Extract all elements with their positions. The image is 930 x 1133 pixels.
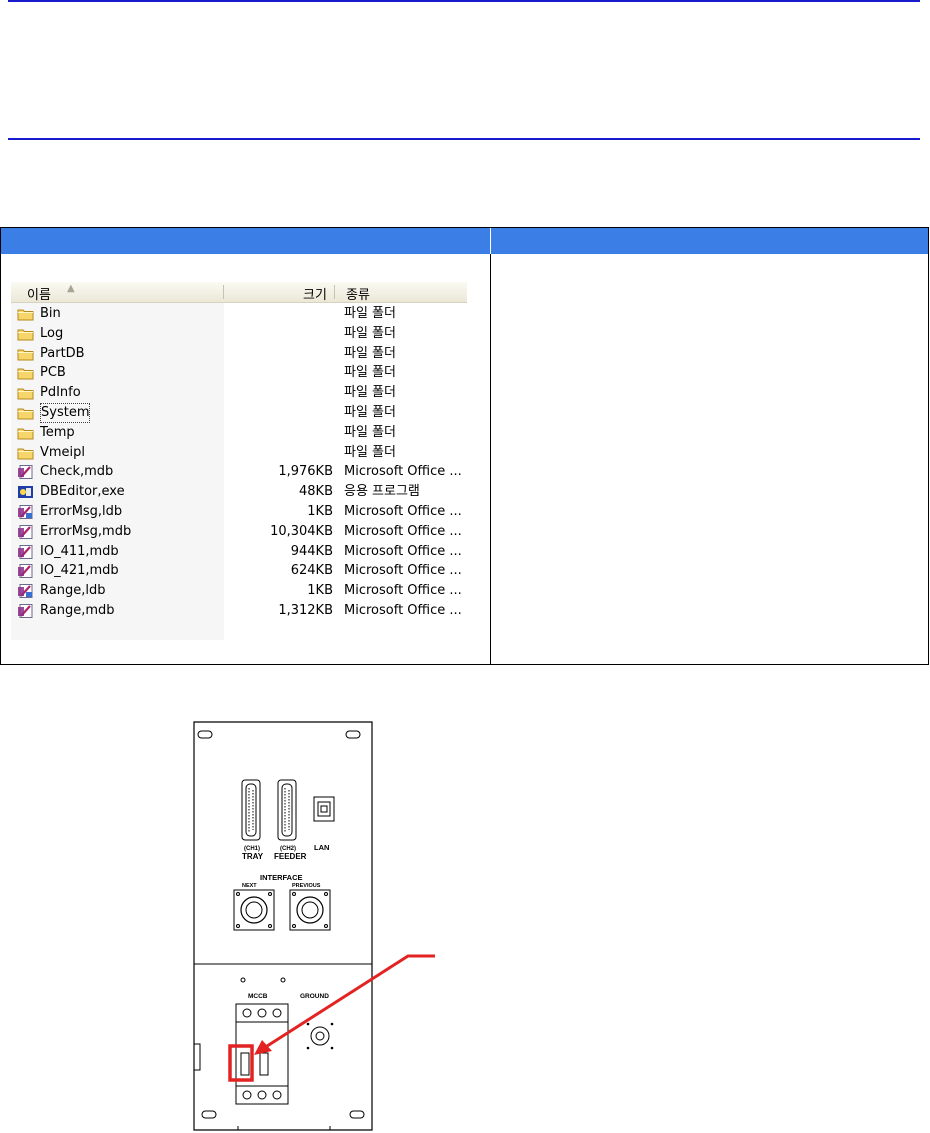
table-header bbox=[1, 228, 928, 254]
file-row[interactable]: Range,mdb 1,312KB Microsoft Office ... bbox=[11, 601, 467, 621]
table-column-divider bbox=[490, 254, 491, 664]
column-separator[interactable] bbox=[223, 285, 224, 299]
file-row[interactable]: Temp 파일 폴더 bbox=[11, 423, 467, 443]
file-row[interactable]: PartDB 파일 폴더 bbox=[11, 344, 467, 364]
file-type: Microsoft Office ... bbox=[344, 464, 462, 480]
file-type: 파일 폴더 bbox=[344, 325, 396, 341]
file-type: Microsoft Office ... bbox=[344, 563, 462, 579]
file-name: ErrorMsg,mdb bbox=[40, 523, 132, 539]
file-size: 624KB bbox=[290, 563, 333, 579]
section-rule bbox=[8, 138, 920, 140]
sort-ascending-icon: ▲ bbox=[67, 283, 75, 294]
file-type: Microsoft Office ... bbox=[344, 602, 462, 618]
file-type: 응용 프로그램 bbox=[344, 484, 420, 500]
file-row[interactable]: PCB 파일 폴더 bbox=[11, 363, 467, 383]
file-size: 1,312KB bbox=[278, 602, 333, 618]
top-rule bbox=[8, 0, 920, 2]
file-row[interactable]: ErrorMsg,mdb 10,304KB Microsoft Office ... bbox=[11, 522, 467, 542]
next-button-icon bbox=[233, 889, 275, 931]
file-name: Vmeipl bbox=[40, 444, 86, 460]
file-type: Microsoft Office ... bbox=[344, 583, 462, 599]
file-type: 파일 폴더 bbox=[344, 365, 396, 381]
file-name: Bin bbox=[40, 306, 61, 321]
file-type: Microsoft Office ... bbox=[344, 503, 462, 519]
previous-label: PREVIOUS bbox=[292, 883, 321, 889]
table-header-divider bbox=[490, 228, 491, 254]
file-type: 파일 폴더 bbox=[344, 306, 396, 321]
ch1-tray-connector-icon bbox=[241, 779, 261, 841]
file-name: ErrorMsg,ldb bbox=[40, 503, 123, 519]
ch2-feeder-connector-icon bbox=[277, 779, 297, 841]
file-row[interactable]: PdInfo 파일 폴더 bbox=[11, 383, 467, 403]
file-type: 파일 폴더 bbox=[344, 345, 396, 361]
mccb-breaker-icon bbox=[235, 1003, 289, 1105]
explorer-column-header: 이름 ▲ 크기 종류 bbox=[11, 282, 467, 303]
file-type: 파일 폴더 bbox=[344, 444, 396, 460]
column-separator[interactable] bbox=[334, 285, 335, 299]
file-size: 1,976KB bbox=[278, 464, 333, 480]
file-row[interactable]: IO_411,mdb 944KB Microsoft Office ... bbox=[11, 542, 467, 562]
lan-label: LAN bbox=[314, 843, 329, 852]
file-size: 1KB bbox=[307, 583, 333, 599]
file-row[interactable]: DBEditor,exe 48KB 응용 프로그램 bbox=[11, 482, 467, 502]
file-name: IO_411,mdb bbox=[40, 543, 119, 559]
controller-rear-panel: (CH1) TRAY (CH2) FEEDER LAN INTERFACE NE… bbox=[193, 721, 435, 1131]
ch1-label: TRAY bbox=[242, 852, 264, 861]
file-name: Log bbox=[40, 325, 64, 341]
file-name: PartDB bbox=[40, 345, 85, 361]
file-type: 파일 폴더 bbox=[344, 404, 396, 420]
lan-port-icon bbox=[313, 796, 335, 822]
file-row[interactable]: Log 파일 폴더 bbox=[11, 324, 467, 344]
file-name: System bbox=[40, 402, 91, 423]
file-name: IO_421,mdb bbox=[40, 563, 119, 579]
file-size: 10,304KB bbox=[270, 523, 333, 539]
file-row[interactable]: Bin 파일 폴더 bbox=[11, 304, 467, 324]
interface-label: INTERFACE bbox=[260, 873, 303, 882]
file-name: Temp bbox=[40, 424, 75, 440]
column-header-type[interactable]: 종류 bbox=[346, 284, 370, 303]
file-row[interactable]: IO_421,mdb 624KB Microsoft Office ... bbox=[11, 561, 467, 581]
ch2-label: FEEDER bbox=[274, 852, 307, 861]
file-size: 1KB bbox=[307, 503, 333, 519]
file-name: Check,mdb bbox=[40, 464, 114, 480]
file-row[interactable]: ErrorMsg,ldb 1KB Microsoft Office ... bbox=[11, 502, 467, 522]
file-type: 파일 폴더 bbox=[344, 385, 396, 401]
file-type: 파일 폴더 bbox=[344, 424, 396, 440]
file-size: 48KB bbox=[299, 484, 333, 500]
file-row[interactable]: Range,ldb 1KB Microsoft Office ... bbox=[11, 581, 467, 601]
ground-label: GROUND bbox=[300, 993, 329, 1000]
file-name: PCB bbox=[40, 365, 66, 381]
file-explorer-list: 이름 ▲ 크기 종류 Bin 파일 폴더 Log 파일 폴더 PartDB 파일 폴더 PC… bbox=[11, 282, 467, 640]
file-rows: Bin 파일 폴더 Log 파일 폴더 PartDB 파일 폴더 PCB 파일 폴더 PdInf… bbox=[11, 304, 467, 621]
file-name: Range,mdb bbox=[40, 602, 115, 618]
mccb-label: MCCB bbox=[248, 993, 268, 1000]
file-name: Range,ldb bbox=[40, 583, 106, 599]
file-row[interactable]: System 파일 폴더 bbox=[11, 402, 467, 423]
file-size: 944KB bbox=[290, 543, 333, 559]
file-name: DBEditor,exe bbox=[40, 484, 125, 500]
file-row[interactable]: Check,mdb 1,976KB Microsoft Office ... bbox=[11, 462, 467, 482]
column-header-name[interactable]: 이름 bbox=[27, 284, 51, 303]
column-header-size[interactable]: 크기 bbox=[303, 284, 327, 303]
file-type: Microsoft Office ... bbox=[344, 543, 462, 559]
next-label: NEXT bbox=[242, 883, 257, 889]
file-row[interactable]: Vmeipl 파일 폴더 bbox=[11, 443, 467, 463]
file-name: PdInfo bbox=[40, 385, 81, 401]
previous-button-icon bbox=[289, 889, 331, 931]
file-type: Microsoft Office ... bbox=[344, 523, 462, 539]
